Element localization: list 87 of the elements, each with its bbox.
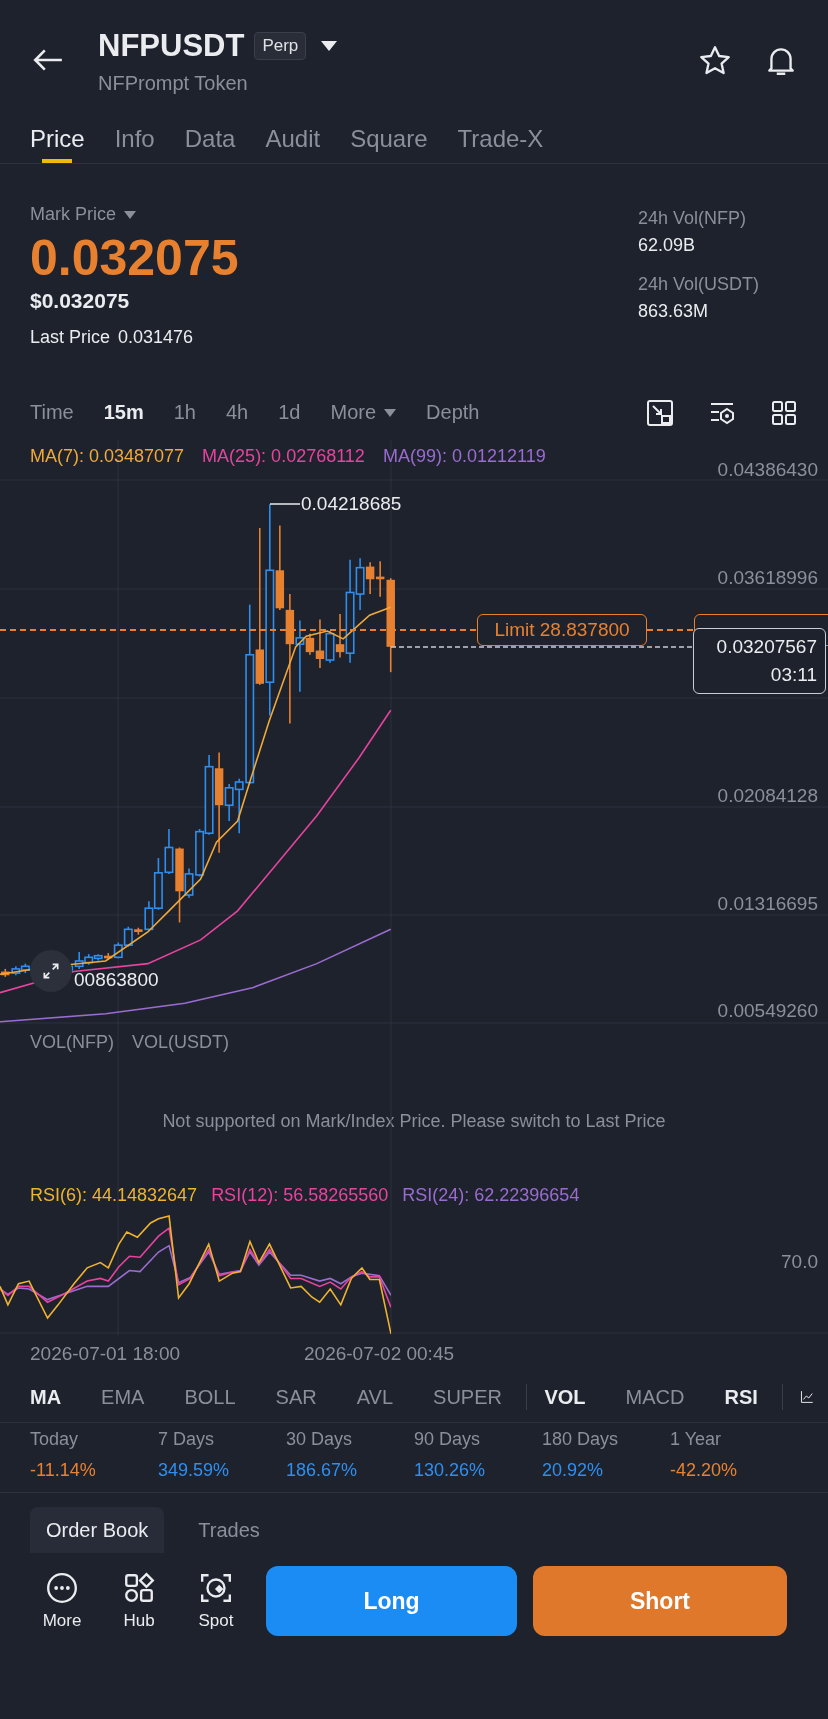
ma-legend-value: MA(99): 0.01212119 [382, 446, 546, 467]
period-change: 186.67% [286, 1460, 359, 1481]
tab[interactable]: Price [30, 88, 85, 163]
period-label: 7 Days [158, 1429, 216, 1450]
period-label: 1 Year [670, 1429, 723, 1450]
high-leader-line [270, 503, 300, 505]
volume-indicator-label: VOL(NFP) [30, 1032, 114, 1053]
more-icon [45, 1571, 79, 1605]
period-change: 20.92% [542, 1460, 605, 1481]
mark-price-label[interactable]: Mark Price [30, 204, 116, 225]
book-tab[interactable]: Trades [182, 1507, 276, 1553]
period-change: -11.14% [30, 1460, 97, 1481]
interval-tab[interactable]: Time [30, 401, 74, 424]
action-button[interactable]: More [32, 1571, 92, 1631]
rsi-legend-value: RSI(12): 56.58265560 [211, 1185, 389, 1206]
low-price-label: 00863800 [74, 969, 159, 991]
caret-icon [384, 408, 397, 417]
perp-tag: Perp [254, 32, 307, 60]
interval-dropdown[interactable]: More [330, 401, 397, 424]
period-change: 349.59% [158, 1460, 231, 1481]
rsi-legend-value: RSI(6): 44.14832647 [30, 1185, 198, 1206]
tab[interactable]: Square [350, 88, 428, 163]
back-arrow-icon[interactable] [32, 47, 64, 73]
token-name: NFPrompt Token [98, 72, 249, 95]
last-price: 0.031476 [118, 327, 194, 348]
interval-tab[interactable]: 1d [278, 401, 301, 424]
indicator-tab[interactable]: MA [30, 1385, 62, 1409]
time-axis-label: 2026-07-01 18:00 [30, 1342, 180, 1365]
apps-icon [122, 1571, 156, 1605]
volume-indicator-label: VOL(USDT) [132, 1032, 230, 1053]
mark-price: 0.032075 [30, 229, 240, 287]
rsi-legend-value: RSI(24): 62.22396654 [402, 1185, 580, 1206]
usd-price: $0.032075 [30, 289, 131, 313]
candle [20, 962, 30, 974]
fullscreen-icon[interactable] [646, 398, 674, 427]
interval-tab[interactable]: 4h [226, 401, 249, 424]
volume-value: 863.63M [638, 301, 710, 322]
ma-legend-value: MA(25): 0.02768112 [202, 446, 365, 467]
indicator-tab[interactable]: VOL [544, 1385, 586, 1409]
long-button[interactable]: Long [266, 1566, 517, 1636]
price-axis-label: 0.02084128 [717, 785, 818, 807]
period-label: 180 Days [542, 1429, 620, 1450]
volume-label: 24h Vol(NFP) [638, 208, 748, 229]
indicator-tab[interactable]: SAR [275, 1385, 317, 1409]
period-label: 90 Days [414, 1429, 482, 1450]
book-tab[interactable]: Order Book [30, 1507, 165, 1553]
indicator-tab[interactable]: RSI [724, 1385, 758, 1409]
interval-tab[interactable]: 15m [103, 401, 144, 424]
price-axis-label: 0.04386430 [717, 459, 818, 481]
grid-icon[interactable] [770, 398, 798, 427]
period-change: -42.20% [670, 1460, 739, 1481]
volume-label: 24h Vol(USDT) [638, 274, 761, 295]
indicator-tab[interactable]: BOLL [184, 1385, 236, 1409]
interval-tab[interactable]: Depth [426, 401, 480, 424]
indicator-tab[interactable]: AVL [356, 1385, 394, 1409]
candle [11, 965, 21, 977]
price-axis-label: 0.00549260 [717, 1000, 818, 1022]
candle-countdown: 03:11 [770, 663, 817, 687]
symbol-title: NFPUSDT [98, 28, 245, 64]
short-button[interactable]: Short [533, 1566, 787, 1636]
indicator-tab[interactable]: MACD [625, 1385, 685, 1409]
high-price-label: 0.04218685 [301, 493, 402, 515]
price-axis-label: 0.01316695 [717, 893, 818, 915]
rsi-level-label: 70.0 [781, 1251, 818, 1273]
volume-notice: Not supported on Mark/Index Price. Please switch to Last Price [162, 1111, 666, 1131]
last-price-label: Last Price [30, 327, 111, 348]
interval-tab[interactable]: 1h [173, 401, 196, 424]
tab[interactable]: Trade-X [457, 88, 544, 163]
dropdown-caret-icon[interactable] [320, 40, 339, 52]
current-price: 0.03207567 [716, 635, 817, 659]
price-axis-label: 0.03618996 [717, 567, 818, 589]
action-button[interactable]: Spot [186, 1571, 246, 1631]
limit-order-label[interactable]: Limit 28.837800 [477, 614, 647, 646]
expand-button[interactable] [30, 950, 72, 992]
period-change: 130.26% [414, 1460, 487, 1481]
tab[interactable]: Audit [265, 88, 321, 163]
indicator-tab[interactable]: EMA [101, 1385, 145, 1409]
indicator-tab[interactable]: SUPER [433, 1385, 502, 1409]
time-axis-label: 2026-07-02 00:45 [304, 1342, 455, 1365]
action-button[interactable]: Hub [109, 1571, 169, 1631]
scan-icon [199, 1571, 233, 1605]
period-label: Today [30, 1429, 80, 1450]
volume-value: 62.09B [638, 235, 697, 256]
period-label: 30 Days [286, 1429, 354, 1450]
ma-legend-value: MA(7): 0.03487077 [30, 446, 185, 467]
candle [1, 968, 10, 978]
expand-icon [41, 961, 61, 981]
